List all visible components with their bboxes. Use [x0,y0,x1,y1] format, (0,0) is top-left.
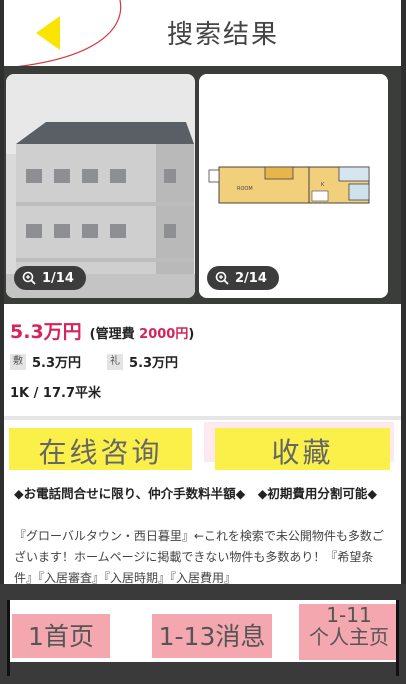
deposit-tag: 敷 [10,353,26,370]
tab-profile-line2: 个人主页 [309,625,389,649]
header-bar: 搜索结果 [4,0,401,69]
photo-counter-text: 1/14 [42,270,74,286]
floor-plan-image: ROOM K [199,74,388,298]
frame-right-edge [401,0,406,684]
tab-bar-edge-right [396,600,399,676]
photo-counter: 1/14 [14,266,86,290]
photo-building[interactable]: 1/14 [6,74,195,298]
deposit-row: 敷 5.3万円 礼 5.3万円 [10,352,178,371]
listing-description: ◆お電話問合せに限り、仲介手数料半額◆ ◆初期費用分割可能◆ 『グローバルタウン… [4,470,401,584]
photo-floor-plan[interactable]: ROOM K 2/14 [199,74,388,298]
management-fee-value: 2000円 [139,327,189,342]
photo-counter-text: 2/14 [235,270,267,286]
price-row: 5.3万円 (管理費 2000円) [10,317,194,344]
plan-label-room: ROOM [237,186,253,192]
key-money-tag: 礼 [107,353,124,370]
photo-counter: 2/14 [207,266,279,290]
layout-size: 1K / 17.7平米 [10,386,101,401]
consult-button[interactable]: 在线咨询 [9,428,192,472]
tab-profile-line1: 1-11 [326,604,372,627]
favorite-button[interactable]: 收藏 [215,428,390,472]
page-title: 搜索结果 [166,20,279,50]
building-image [6,74,195,298]
management-close: ) [188,327,195,342]
photo-gallery: 1/14 ROOM K 2/14 [4,66,401,304]
description-highlight: ◆お電話問合せに限り、仲介手数料半額◆ ◆初期費用分割可能◆ [14,486,377,501]
deposit-value: 5.3万円 [32,356,82,371]
management-open: (管理費 [89,327,135,342]
tab-profile[interactable]: 1-11 个人主页 [299,604,399,660]
tab-messages[interactable]: 1-13消息 [152,614,272,658]
bottom-tab-bar: 1首页 1-13消息 1-11 个人主页 [0,584,406,684]
management-fee: (管理費 2000円) [90,323,195,342]
description-body: 『グローバルタウン・西日暮里』←これを検索で未公開物件も多数ございます！ホームペ… [14,529,384,584]
listing-info: 5.3万円 (管理費 2000円) 敷 5.3万円 礼 5.3万円 1K / 1… [4,304,401,416]
tab-bar-edge-left [7,600,10,676]
action-buttons: 在线咨询 收藏 [4,420,401,472]
tab-home[interactable]: 1首页 [12,614,110,658]
zoom-in-icon [22,271,36,285]
rent-price: 5.3万円 [10,321,82,343]
zoom-in-icon [215,271,229,285]
key-money-value: 5.3万円 [129,356,179,371]
